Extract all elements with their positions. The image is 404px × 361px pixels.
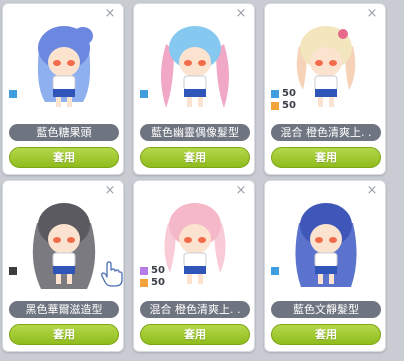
hair-name-label: 混合 橙色清爽上. . [271,124,381,141]
shirt [183,75,207,91]
apply-button[interactable]: 套用 [140,147,250,168]
apply-button[interactable]: 套用 [140,324,250,345]
hair-name-label: 黑色華爾滋造型 [9,301,119,318]
color-swatch [9,267,17,275]
hair-name-label: 藍色幽靈偶像髮型 [140,124,250,141]
shirt [183,252,207,268]
swatch-percent: 50 [282,100,296,111]
swatch-row: 50 [271,100,296,112]
swatch-percent: 50 [151,265,165,276]
face [48,47,80,77]
face [179,47,211,77]
swatch-percent: 50 [282,88,296,99]
hand-cursor-icon [101,261,123,287]
color-swatch [271,267,279,275]
shirt [314,75,338,91]
shirt [52,75,76,91]
swatch-row: 50 [140,265,165,277]
hair-bun [73,27,93,45]
face [310,224,342,254]
swatch-row [9,88,20,100]
swatch-row [271,265,282,277]
hair-preset-card: × 藍色糖果頭 套用 [2,3,124,175]
shorts [184,89,206,97]
swatch-row: 50 [271,88,296,100]
face [310,47,342,77]
hair-name-label: 混合 橙色清爽上. . [140,301,250,318]
color-swatches [140,88,151,100]
character-preview [37,26,93,107]
color-swatch [140,90,148,98]
hair-bow [338,29,348,39]
color-swatches [9,88,20,100]
hair-preset-grid: × 藍色糖果頭 套用 × 藍色幽靈偶像髮型 套用 × 50 50 混合 橙色清爽… [0,0,404,361]
shorts [315,89,337,97]
character-preview [295,203,357,287]
character-preview [161,26,229,108]
color-swatch [271,90,279,98]
shorts [315,266,337,274]
swatch-row: 50 [140,277,165,289]
color-swatches [9,265,20,277]
shorts [184,266,206,274]
hair-preset-card: × 50 50 混合 橙色清爽上. . 套用 [264,3,386,175]
color-swatch [9,90,17,98]
shorts [53,266,75,274]
hair-name-label: 藍色糖果頭 [9,124,119,141]
swatch-percent: 50 [151,277,165,288]
color-swatch [271,102,279,110]
character-preview [32,203,96,289]
hair-name-label: 藍色文靜髮型 [271,301,381,318]
apply-button[interactable]: 套用 [271,147,381,168]
face [179,224,211,254]
shirt [314,252,338,268]
color-swatches: 50 50 [271,88,296,112]
hair-preset-card: × 藍色幽靈偶像髮型 套用 [133,3,255,175]
apply-button[interactable]: 套用 [9,147,119,168]
shorts [53,89,75,97]
hair-preset-card: × 50 50 混合 橙色清爽上. . 套用 [133,180,255,352]
color-swatches: 50 50 [140,265,165,289]
swatch-row [140,88,151,100]
apply-button[interactable]: 套用 [271,324,381,345]
shirt [52,252,76,268]
hair-preset-card: × 藍色文靜髮型 套用 [264,180,386,352]
swatch-row [9,265,20,277]
color-swatch [140,267,148,275]
face [48,224,80,254]
color-swatches [271,265,282,277]
apply-button[interactable]: 套用 [9,324,119,345]
color-swatch [140,279,148,287]
